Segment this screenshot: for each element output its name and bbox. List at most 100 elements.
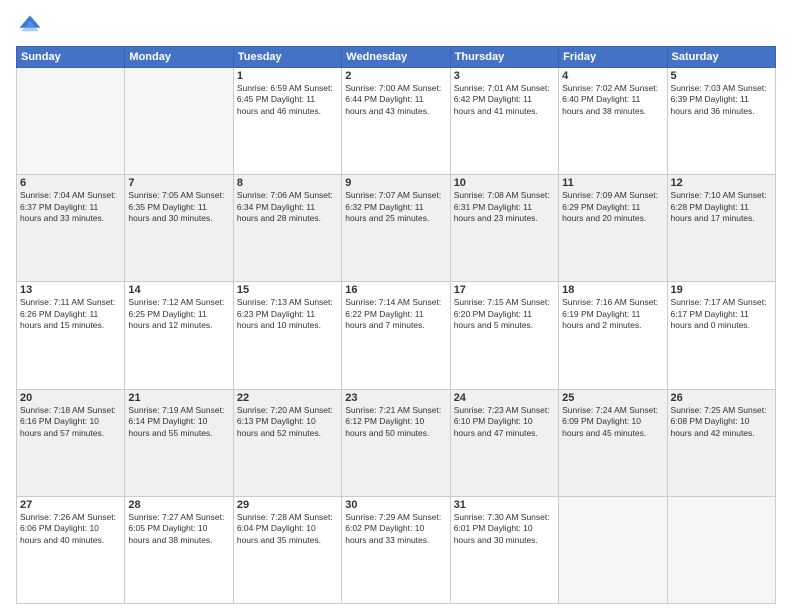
day-number: 24 [454, 392, 555, 404]
page: SundayMondayTuesdayWednesdayThursdayFrid… [0, 0, 792, 612]
calendar-cell: 18Sunrise: 7:16 AM Sunset: 6:19 PM Dayli… [559, 282, 667, 389]
calendar-cell: 2Sunrise: 7:00 AM Sunset: 6:44 PM Daylig… [342, 68, 450, 175]
day-info: Sunrise: 7:14 AM Sunset: 6:22 PM Dayligh… [345, 297, 446, 331]
weekday-header-tuesday: Tuesday [233, 47, 341, 68]
day-number: 30 [345, 499, 446, 511]
calendar-cell: 1Sunrise: 6:59 AM Sunset: 6:45 PM Daylig… [233, 68, 341, 175]
day-info: Sunrise: 7:12 AM Sunset: 6:25 PM Dayligh… [128, 297, 229, 331]
calendar-cell: 16Sunrise: 7:14 AM Sunset: 6:22 PM Dayli… [342, 282, 450, 389]
calendar-cell: 5Sunrise: 7:03 AM Sunset: 6:39 PM Daylig… [667, 68, 775, 175]
day-number: 29 [237, 499, 338, 511]
calendar-cell: 4Sunrise: 7:02 AM Sunset: 6:40 PM Daylig… [559, 68, 667, 175]
calendar-cell: 27Sunrise: 7:26 AM Sunset: 6:06 PM Dayli… [17, 496, 125, 603]
calendar-cell: 11Sunrise: 7:09 AM Sunset: 6:29 PM Dayli… [559, 175, 667, 282]
day-number: 10 [454, 177, 555, 189]
calendar-cell: 26Sunrise: 7:25 AM Sunset: 6:08 PM Dayli… [667, 389, 775, 496]
calendar-cell [125, 68, 233, 175]
day-info: Sunrise: 7:21 AM Sunset: 6:12 PM Dayligh… [345, 405, 446, 439]
header [16, 12, 776, 40]
day-number: 2 [345, 70, 446, 82]
day-info: Sunrise: 7:02 AM Sunset: 6:40 PM Dayligh… [562, 83, 663, 117]
calendar-cell: 8Sunrise: 7:06 AM Sunset: 6:34 PM Daylig… [233, 175, 341, 282]
day-info: Sunrise: 7:09 AM Sunset: 6:29 PM Dayligh… [562, 190, 663, 224]
calendar-cell: 22Sunrise: 7:20 AM Sunset: 6:13 PM Dayli… [233, 389, 341, 496]
day-number: 23 [345, 392, 446, 404]
weekday-header-saturday: Saturday [667, 47, 775, 68]
calendar-cell: 12Sunrise: 7:10 AM Sunset: 6:28 PM Dayli… [667, 175, 775, 282]
day-info: Sunrise: 7:25 AM Sunset: 6:08 PM Dayligh… [671, 405, 772, 439]
day-info: Sunrise: 7:20 AM Sunset: 6:13 PM Dayligh… [237, 405, 338, 439]
calendar-table: SundayMondayTuesdayWednesdayThursdayFrid… [16, 46, 776, 604]
day-info: Sunrise: 7:07 AM Sunset: 6:32 PM Dayligh… [345, 190, 446, 224]
day-info: Sunrise: 7:05 AM Sunset: 6:35 PM Dayligh… [128, 190, 229, 224]
day-info: Sunrise: 7:11 AM Sunset: 6:26 PM Dayligh… [20, 297, 121, 331]
day-info: Sunrise: 7:04 AM Sunset: 6:37 PM Dayligh… [20, 190, 121, 224]
day-info: Sunrise: 7:15 AM Sunset: 6:20 PM Dayligh… [454, 297, 555, 331]
calendar-cell: 9Sunrise: 7:07 AM Sunset: 6:32 PM Daylig… [342, 175, 450, 282]
calendar-cell: 7Sunrise: 7:05 AM Sunset: 6:35 PM Daylig… [125, 175, 233, 282]
day-number: 18 [562, 284, 663, 296]
calendar-cell [559, 496, 667, 603]
calendar-cell: 30Sunrise: 7:29 AM Sunset: 6:02 PM Dayli… [342, 496, 450, 603]
day-info: Sunrise: 7:17 AM Sunset: 6:17 PM Dayligh… [671, 297, 772, 331]
day-number: 9 [345, 177, 446, 189]
day-info: Sunrise: 7:10 AM Sunset: 6:28 PM Dayligh… [671, 190, 772, 224]
day-info: Sunrise: 7:18 AM Sunset: 6:16 PM Dayligh… [20, 405, 121, 439]
day-number: 22 [237, 392, 338, 404]
day-number: 13 [20, 284, 121, 296]
weekday-header-sunday: Sunday [17, 47, 125, 68]
calendar-cell: 13Sunrise: 7:11 AM Sunset: 6:26 PM Dayli… [17, 282, 125, 389]
calendar-cell [667, 496, 775, 603]
weekday-header-thursday: Thursday [450, 47, 558, 68]
calendar-cell: 28Sunrise: 7:27 AM Sunset: 6:05 PM Dayli… [125, 496, 233, 603]
day-number: 1 [237, 70, 338, 82]
day-info: Sunrise: 7:28 AM Sunset: 6:04 PM Dayligh… [237, 512, 338, 546]
calendar-cell: 29Sunrise: 7:28 AM Sunset: 6:04 PM Dayli… [233, 496, 341, 603]
calendar-cell: 24Sunrise: 7:23 AM Sunset: 6:10 PM Dayli… [450, 389, 558, 496]
weekday-header-monday: Monday [125, 47, 233, 68]
day-number: 25 [562, 392, 663, 404]
logo-icon [16, 12, 44, 40]
day-info: Sunrise: 7:19 AM Sunset: 6:14 PM Dayligh… [128, 405, 229, 439]
day-number: 3 [454, 70, 555, 82]
calendar-cell: 14Sunrise: 7:12 AM Sunset: 6:25 PM Dayli… [125, 282, 233, 389]
calendar-cell: 15Sunrise: 7:13 AM Sunset: 6:23 PM Dayli… [233, 282, 341, 389]
day-info: Sunrise: 7:16 AM Sunset: 6:19 PM Dayligh… [562, 297, 663, 331]
calendar-cell: 21Sunrise: 7:19 AM Sunset: 6:14 PM Dayli… [125, 389, 233, 496]
calendar-cell: 20Sunrise: 7:18 AM Sunset: 6:16 PM Dayli… [17, 389, 125, 496]
calendar-cell: 19Sunrise: 7:17 AM Sunset: 6:17 PM Dayli… [667, 282, 775, 389]
day-number: 6 [20, 177, 121, 189]
day-number: 28 [128, 499, 229, 511]
day-info: Sunrise: 7:13 AM Sunset: 6:23 PM Dayligh… [237, 297, 338, 331]
day-info: Sunrise: 6:59 AM Sunset: 6:45 PM Dayligh… [237, 83, 338, 117]
weekday-header-friday: Friday [559, 47, 667, 68]
day-info: Sunrise: 7:29 AM Sunset: 6:02 PM Dayligh… [345, 512, 446, 546]
calendar-cell: 6Sunrise: 7:04 AM Sunset: 6:37 PM Daylig… [17, 175, 125, 282]
day-number: 26 [671, 392, 772, 404]
day-info: Sunrise: 7:03 AM Sunset: 6:39 PM Dayligh… [671, 83, 772, 117]
day-number: 20 [20, 392, 121, 404]
calendar-cell: 3Sunrise: 7:01 AM Sunset: 6:42 PM Daylig… [450, 68, 558, 175]
day-info: Sunrise: 7:01 AM Sunset: 6:42 PM Dayligh… [454, 83, 555, 117]
calendar-cell: 25Sunrise: 7:24 AM Sunset: 6:09 PM Dayli… [559, 389, 667, 496]
day-info: Sunrise: 7:26 AM Sunset: 6:06 PM Dayligh… [20, 512, 121, 546]
day-number: 12 [671, 177, 772, 189]
weekday-header-wednesday: Wednesday [342, 47, 450, 68]
day-number: 31 [454, 499, 555, 511]
day-number: 8 [237, 177, 338, 189]
day-number: 16 [345, 284, 446, 296]
day-info: Sunrise: 7:00 AM Sunset: 6:44 PM Dayligh… [345, 83, 446, 117]
day-info: Sunrise: 7:08 AM Sunset: 6:31 PM Dayligh… [454, 190, 555, 224]
day-info: Sunrise: 7:23 AM Sunset: 6:10 PM Dayligh… [454, 405, 555, 439]
day-info: Sunrise: 7:06 AM Sunset: 6:34 PM Dayligh… [237, 190, 338, 224]
day-number: 11 [562, 177, 663, 189]
day-number: 21 [128, 392, 229, 404]
calendar-cell [17, 68, 125, 175]
day-number: 27 [20, 499, 121, 511]
day-number: 4 [562, 70, 663, 82]
day-number: 7 [128, 177, 229, 189]
calendar-cell: 10Sunrise: 7:08 AM Sunset: 6:31 PM Dayli… [450, 175, 558, 282]
day-number: 5 [671, 70, 772, 82]
day-number: 15 [237, 284, 338, 296]
day-number: 17 [454, 284, 555, 296]
